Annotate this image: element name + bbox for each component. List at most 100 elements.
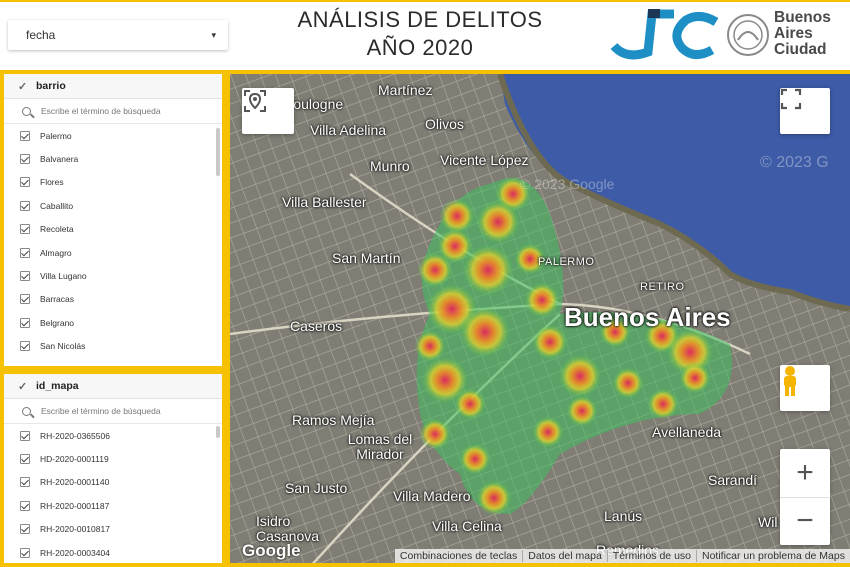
checkbox[interactable]: [20, 454, 30, 465]
barrio-list-item[interactable]: Palermo: [4, 124, 222, 147]
google-logo: Google: [242, 541, 301, 560]
map-label-caseros: Caseros: [290, 318, 343, 334]
chevron-down-icon: ▾: [211, 29, 216, 40]
heat-map[interactable]: Martínez Boulogne Villa Adelina Olivos M…: [226, 70, 850, 567]
barrio-search-placeholder: Escribe el término de búsqueda: [41, 106, 161, 116]
top-accent-line: [0, 0, 850, 2]
map-label-retiro: RETIRO: [640, 281, 685, 293]
list-item-label: RH-2020-0001187: [40, 500, 110, 511]
city-logo-text: Buenos Aires Ciudad: [774, 10, 831, 58]
checkbox[interactable]: [20, 224, 30, 235]
barrio-list-item[interactable]: Belgrano: [4, 311, 222, 334]
map-label-avellaneda: Avellaneda: [652, 424, 722, 440]
list-item-label: Almagro: [40, 247, 72, 258]
checkbox[interactable]: [20, 247, 30, 258]
map-label-san-justo: San Justo: [285, 480, 348, 496]
zoom-out-button[interactable]: −: [780, 498, 830, 545]
checkbox[interactable]: [20, 547, 30, 558]
checkbox[interactable]: [20, 430, 30, 441]
checkbox[interactable]: [20, 294, 30, 305]
city-seal-icon: [727, 14, 769, 56]
list-item-label: Balvanera: [40, 154, 79, 165]
id-mapa-list-item[interactable]: RH-2020-0003404: [4, 541, 222, 564]
report-problem-link[interactable]: Notificar un problema de Maps: [696, 550, 850, 562]
checkbox[interactable]: [20, 477, 30, 488]
id-mapa-list-item[interactable]: RH-2020-0365506: [4, 424, 222, 447]
map-label-sarandi: Sarandí: [708, 472, 758, 488]
keyboard-shortcuts-link[interactable]: Combinaciones de teclas: [395, 550, 522, 562]
list-item-label: Caballito: [40, 200, 74, 211]
id-mapa-list-item[interactable]: RH-2020-0001187: [4, 494, 222, 517]
city-logo-line-3: Ciudad: [774, 41, 827, 58]
map-label-villa-ballester: Villa Ballester: [282, 194, 367, 210]
checkbox[interactable]: [20, 271, 30, 282]
map-footer: Combinaciones de teclas Datos del mapa T…: [394, 549, 850, 563]
barrio-list-item[interactable]: Balvanera: [4, 147, 222, 170]
list-item-label: Palermo: [40, 130, 72, 141]
list-item-label: RH-2020-0010817: [40, 524, 110, 535]
barrio-list-item[interactable]: Flores: [4, 171, 222, 194]
map-watermark-2: © 2023 Google: [520, 176, 615, 192]
street-view-button[interactable]: [780, 365, 830, 411]
barrio-list: Palermo Balvanera Flores Caballito Recoleta A…: [4, 124, 222, 358]
scrollbar[interactable]: [216, 128, 220, 176]
map-label-ramos-mejia: Ramos Mejía: [292, 412, 375, 428]
map-label-villa-celina: Villa Celina: [432, 518, 502, 534]
checkbox[interactable]: [20, 154, 30, 165]
id-mapa-search-input[interactable]: Escribe el término de búsqueda: [4, 399, 222, 424]
barrio-search-input[interactable]: Escribe el término de búsqueda: [4, 99, 222, 124]
id-mapa-list-item[interactable]: HD-2020-0001119: [4, 447, 222, 470]
map-label-villa-madero: Villa Madero: [393, 488, 471, 504]
title-line-1: ANÁLISIS DE DELITOS: [297, 7, 543, 32]
list-item-label: Villa Lugano: [40, 271, 87, 282]
id-mapa-filter-header[interactable]: ✓ id_mapa: [4, 374, 222, 399]
barrio-filter-header[interactable]: ✓ barrio: [4, 74, 222, 99]
checkbox[interactable]: [20, 130, 30, 141]
map-label-olivos: Olivos: [425, 116, 464, 132]
checkbox[interactable]: [20, 177, 30, 188]
date-filter-label: fecha: [26, 28, 56, 42]
id-mapa-filter-title: id_mapa: [36, 380, 79, 392]
checkbox[interactable]: [20, 317, 30, 328]
barrio-list-item[interactable]: Barracas: [4, 288, 222, 311]
pegman-icon: [784, 366, 796, 396]
barrio-list-item[interactable]: Caballito: [4, 194, 222, 217]
map-label-wil: Wil: [758, 514, 778, 530]
id-mapa-list-item[interactable]: RH-2020-0001140: [4, 471, 222, 494]
map-label-lomas-del-mirador: Lomas del Mirador: [347, 431, 413, 462]
barrio-list-item[interactable]: Recoleta: [4, 218, 222, 241]
barrio-filter-panel: ✓ barrio Escribe el término de búsqueda …: [0, 70, 226, 370]
fullscreen-icon: [780, 88, 802, 110]
map-label-munro: Munro: [370, 158, 410, 174]
search-icon: [22, 106, 31, 116]
list-item-label: San Nicolás: [40, 341, 86, 352]
list-item-label: Recoleta: [40, 224, 74, 235]
map-data-link[interactable]: Datos del mapa: [522, 550, 607, 562]
map-label-isidro-casanova: Isidro Casanova: [256, 513, 320, 544]
date-filter-dropdown[interactable]: fecha ▾: [8, 20, 228, 50]
checkbox[interactable]: [20, 341, 30, 352]
search-icon: [22, 406, 31, 416]
location-pin-button[interactable]: [242, 88, 294, 134]
jc-logo: [610, 9, 719, 60]
id-mapa-list-item[interactable]: RH-2020-0010817: [4, 518, 222, 541]
barrio-list-item[interactable]: Almagro: [4, 241, 222, 264]
zoom-in-button[interactable]: +: [780, 450, 830, 498]
id-mapa-list: RH-2020-0365506 HD-2020-0001119 RH-2020-00…: [4, 424, 222, 564]
scrollbar[interactable]: [216, 426, 220, 438]
checkbox[interactable]: [20, 200, 30, 211]
barrio-list-item[interactable]: San Nicolás: [4, 335, 222, 358]
list-item-label: Belgrano: [40, 317, 75, 328]
checkbox[interactable]: [20, 524, 30, 535]
list-item-label: HD-2020-0001119: [40, 454, 109, 465]
terms-link[interactable]: Términos de uso: [606, 550, 696, 562]
checkbox[interactable]: [20, 500, 30, 511]
fullscreen-button[interactable]: [780, 88, 830, 134]
list-item-label: Flores: [40, 177, 64, 188]
map-label-vicente-lopez: Vicente López: [440, 152, 529, 168]
barrio-list-item[interactable]: Villa Lugano: [4, 264, 222, 287]
map-label-san-martin: San Martín: [332, 250, 401, 266]
title-line-2: AÑO 2020: [366, 35, 474, 60]
map-label-buenos-aires: Buenos Aires: [564, 302, 731, 332]
check-icon: ✓: [18, 80, 28, 93]
